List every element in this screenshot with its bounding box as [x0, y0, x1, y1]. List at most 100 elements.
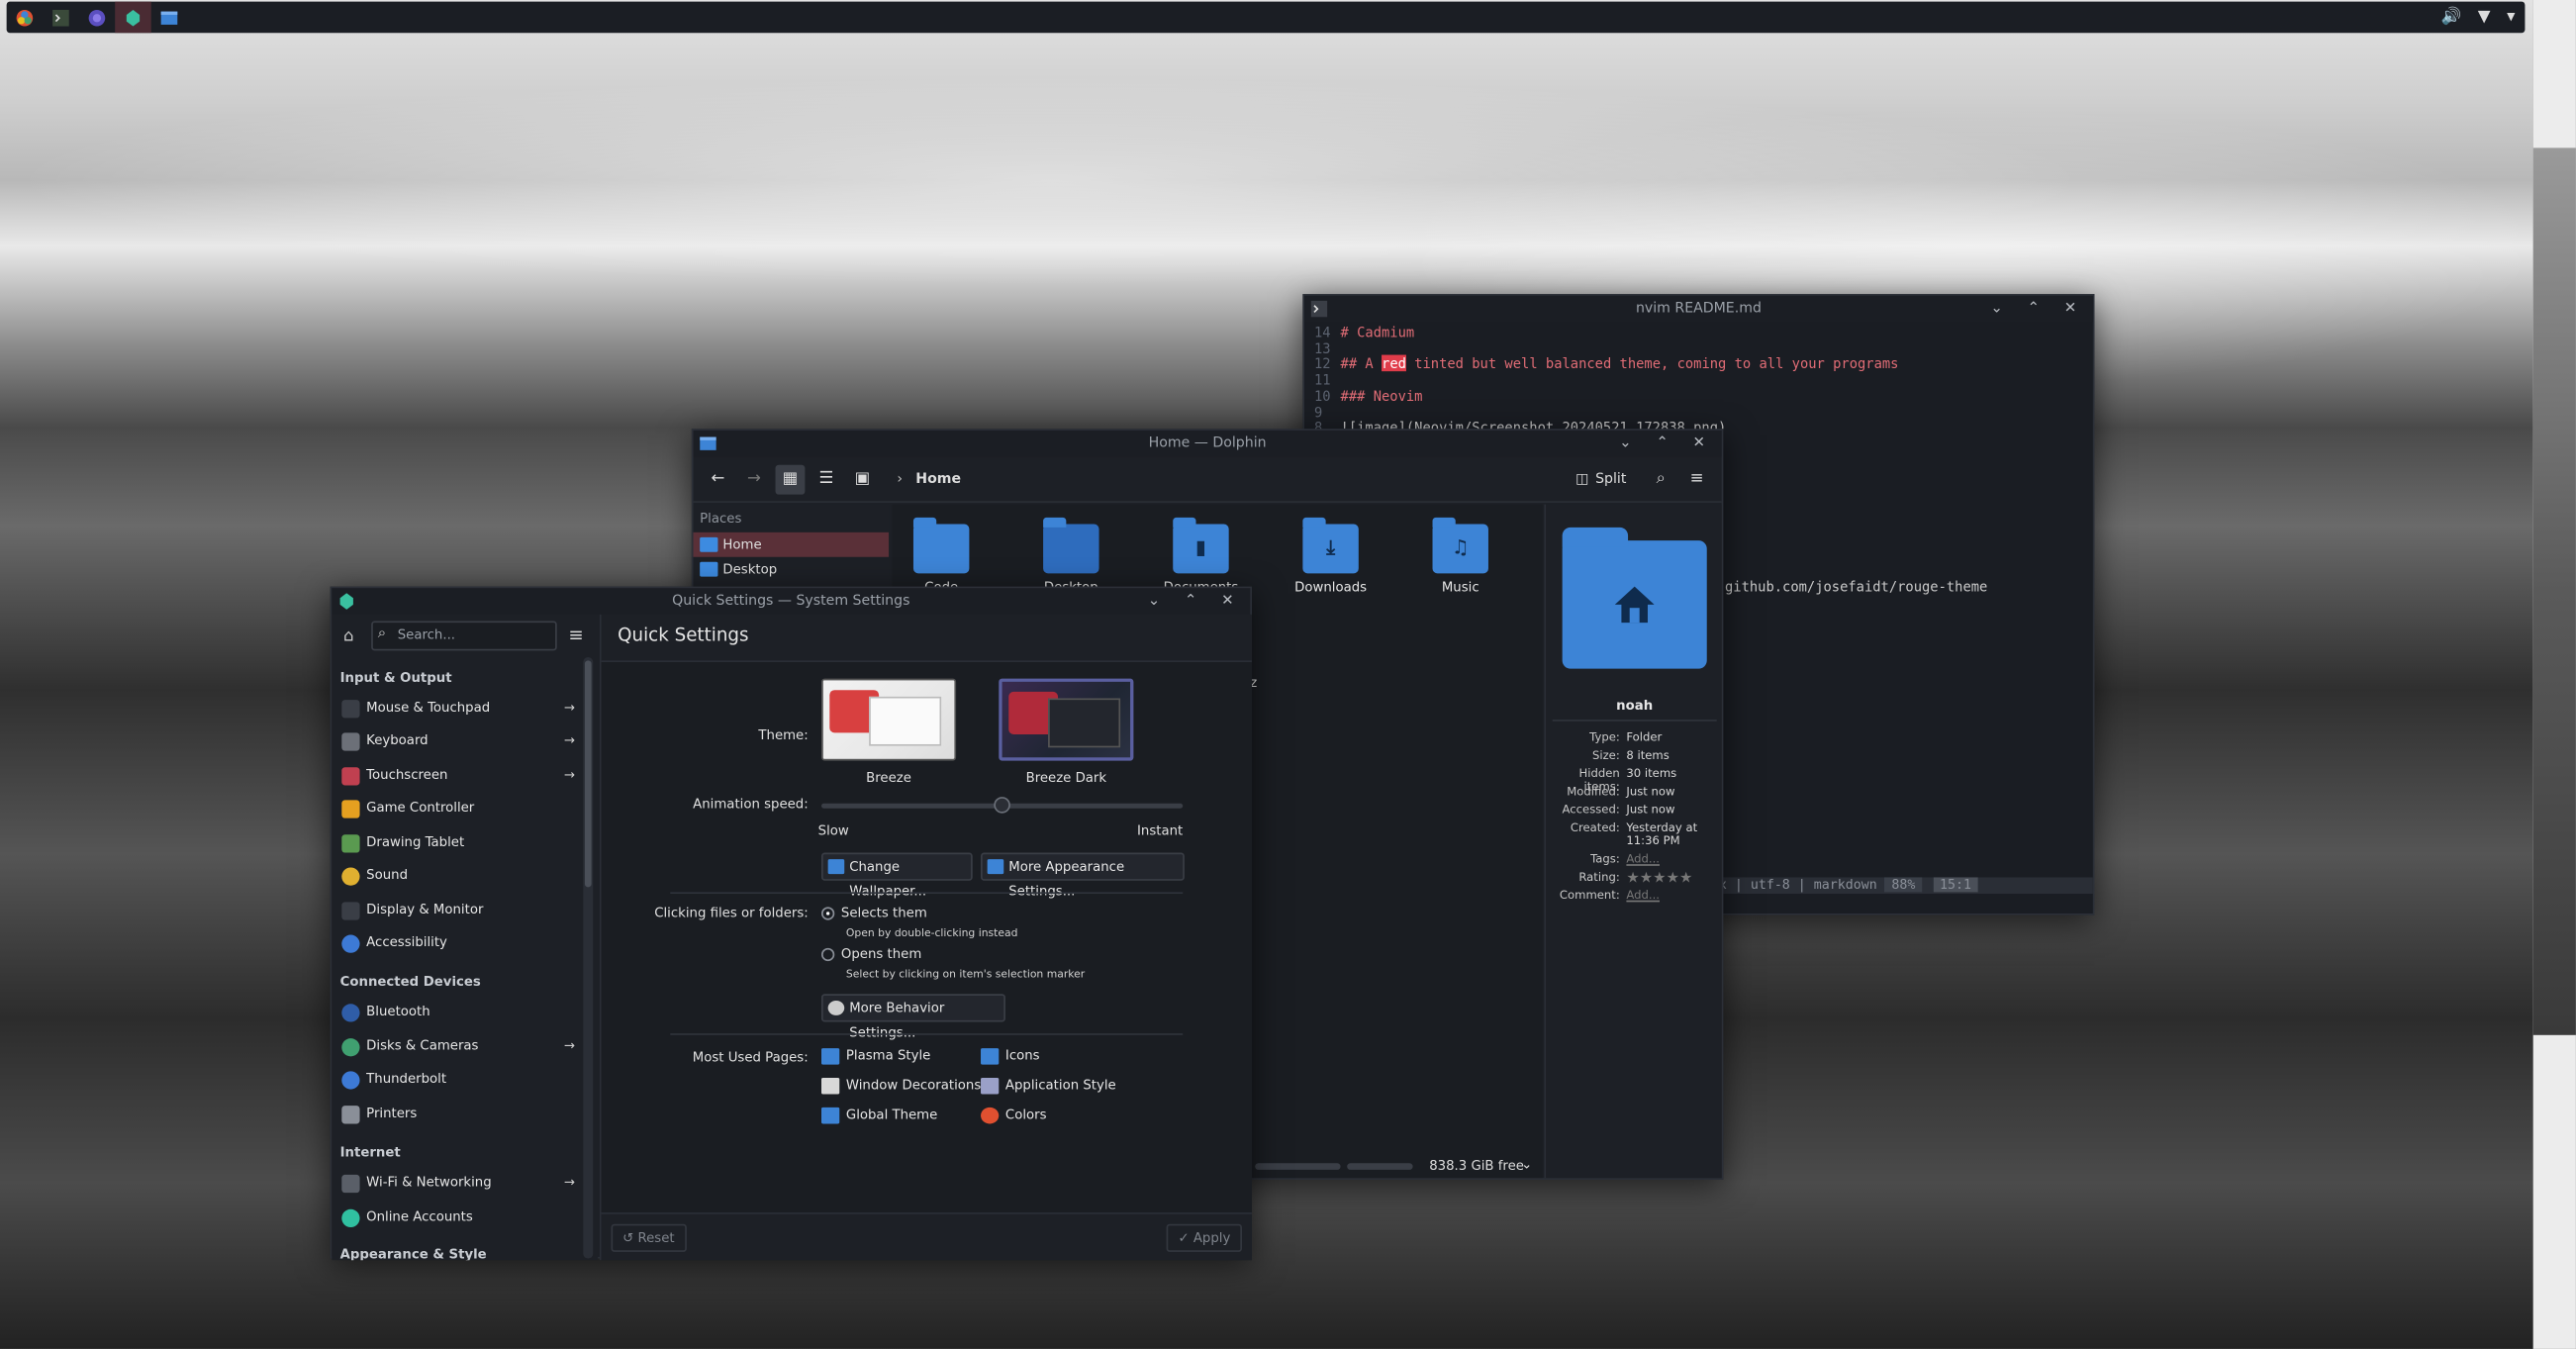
arrow-right-icon: → [563, 732, 575, 748]
behavior-icon [827, 1000, 845, 1015]
most-used-colors[interactable]: Colors [981, 1106, 1047, 1125]
most-used-application-style[interactable]: Application Style [981, 1076, 1116, 1096]
file-item-code[interactable]: Code [892, 517, 991, 595]
sidebar-item-game-controller[interactable]: Game Controller [340, 794, 579, 823]
settings-sidebar: ⌂ Search... ⌕ ≡ Input & Output Mouse & T… [332, 614, 599, 1261]
chevron-down-icon[interactable]: ⌄ [1521, 1157, 1532, 1172]
file-item-desktop[interactable]: Desktop [1022, 517, 1121, 595]
most-used-icons[interactable]: Icons [981, 1046, 1040, 1066]
sidebar-item-accessibility[interactable]: Accessibility [340, 928, 579, 958]
split-button[interactable]: Split [1595, 471, 1626, 488]
most-used-label: Most Used Pages: [692, 1049, 809, 1065]
change-wallpaper-button[interactable]: Change Wallpaper... [821, 852, 973, 899]
terminal-task-icon[interactable] [43, 2, 79, 34]
section-input-output: Input & Output [339, 670, 452, 686]
most-used-window-decorations[interactable]: Window Decorations [821, 1076, 981, 1096]
search-icon[interactable]: ⌕ [1646, 464, 1675, 494]
search-input[interactable]: Search... [371, 621, 557, 651]
information-panel: noah Type: Folder Size: 8 items Hidden ite… [1544, 504, 1722, 1179]
sidebar-scrollbar[interactable] [583, 657, 594, 1259]
sidebar-item-touchscreen[interactable]: Touchscreen → [340, 761, 579, 791]
add-comment-link[interactable]: Add... [1626, 889, 1720, 902]
sidebar-item-online-accounts[interactable]: Online Accounts [340, 1203, 579, 1232]
home-icon[interactable]: ⌂ [343, 627, 354, 645]
sidebar-item-mouse-touchpad[interactable]: Mouse & Touchpad → [340, 694, 579, 723]
window-controls[interactable]: ⌄ ⌃ ✕ [1990, 296, 2086, 323]
tree-view-icon[interactable]: ▣ [848, 464, 878, 494]
theme-breeze-label: Breeze [866, 770, 911, 786]
hamburger-menu-icon[interactable]: ≡ [1682, 464, 1712, 494]
theme-breeze-thumb[interactable] [821, 678, 957, 761]
forward-icon[interactable]: → [739, 464, 769, 494]
apply-button[interactable]: ✓ Apply [1166, 1223, 1242, 1252]
file-item-documents[interactable]: ▮Documents [1152, 517, 1251, 595]
sidebar-item-sound[interactable]: Sound [340, 861, 579, 891]
animation-speed-slider[interactable] [821, 797, 1184, 814]
sidebar-item-thunderbolt[interactable]: Thunderbolt [340, 1065, 579, 1095]
breadcrumb[interactable]: Home [915, 471, 961, 488]
reset-button[interactable]: ↺ Reset [611, 1223, 687, 1252]
disks-icon [341, 1038, 360, 1057]
more-appearance-button[interactable]: More Appearance Settings... [981, 852, 1185, 899]
opens-them-label[interactable]: Opens them [841, 946, 921, 961]
firefox-task-icon[interactable] [79, 2, 116, 34]
sidebar-item-bluetooth[interactable]: Bluetooth [340, 998, 579, 1027]
monitor-icon [341, 902, 360, 920]
free-space-label: 838.3 GiB free [1429, 1158, 1524, 1174]
nvim-titlebar[interactable]: nvim README.md ⌄ ⌃ ✕ [1304, 295, 2093, 323]
more-behavior-button[interactable]: More Behavior Settings... [821, 994, 1005, 1040]
status-position: 15:1 [1933, 877, 1978, 893]
places-item-desktop[interactable]: Desktop [694, 557, 890, 582]
window-controls[interactable]: ⌄ ⌃ ✕ [1148, 588, 1244, 615]
sidebar-item-drawing-tablet[interactable]: Drawing Tablet [340, 828, 579, 858]
radio-selects-them[interactable] [821, 907, 835, 920]
zoom-slider[interactable] [1255, 1163, 1341, 1170]
nvim-buffer[interactable]: 14 # Cadmium 13 12 ## A red tinted but wel… [1304, 322, 2093, 436]
animation-speed-label: Animation speed: [693, 797, 809, 813]
network-icon [341, 1174, 360, 1194]
sidebar-item-printers[interactable]: Printers [340, 1100, 579, 1129]
sidebar-item-wifi[interactable]: Wi-Fi & Networking → [340, 1168, 579, 1198]
system-settings-task-icon[interactable] [115, 1, 151, 34]
app-launcher-icon[interactable] [7, 2, 44, 34]
check-icon: ✓ [1178, 1230, 1193, 1246]
details-view-icon[interactable]: ☰ [811, 464, 841, 494]
instant-label: Instant [1136, 822, 1184, 838]
sidebar-item-display[interactable]: Display & Monitor [340, 896, 579, 925]
terminal-icon [1310, 300, 1328, 318]
slider-handle[interactable] [994, 797, 1010, 814]
network-icon[interactable]: ▼ [2478, 8, 2491, 26]
tray-expand-icon[interactable]: ▾ [2507, 8, 2515, 26]
theme-label: Theme: [758, 727, 809, 743]
thumb-window-shape [869, 696, 942, 746]
most-used-plasma-style[interactable]: Plasma Style [821, 1046, 930, 1066]
dolphin-task-icon[interactable] [151, 2, 188, 34]
theme-breeze-dark-thumb[interactable] [999, 678, 1134, 761]
documents-folder-icon: ▮ [1173, 517, 1229, 574]
system-settings-window: Quick Settings — System Settings ⌄ ⌃ ✕ ⌂… [330, 586, 1252, 1261]
sidebar-item-keyboard[interactable]: Keyboard → [340, 726, 579, 756]
printer-icon [341, 1106, 360, 1124]
thunderbolt-icon [341, 1071, 360, 1090]
settings-titlebar[interactable]: Quick Settings — System Settings ⌄ ⌃ ✕ [332, 588, 1251, 615]
add-tags-link[interactable]: Add... [1626, 853, 1720, 866]
radio-opens-them[interactable] [821, 947, 835, 962]
rating-stars[interactable]: ★★★★★ [1626, 871, 1720, 888]
window-controls[interactable]: ⌄ ⌃ ✕ [1619, 431, 1715, 457]
keyboard-icon [341, 732, 360, 751]
volume-icon[interactable]: 🔊 [2440, 8, 2461, 26]
back-icon[interactable]: ← [703, 464, 732, 494]
code-line: 14 # Cadmium [1314, 324, 1415, 340]
hamburger-menu-icon[interactable]: ≡ [568, 625, 583, 646]
music-folder-icon: ♫ [1432, 517, 1488, 574]
selects-them-label[interactable]: Selects them [841, 906, 927, 920]
file-item-music[interactable]: ♫ Music [1411, 517, 1510, 595]
thumb-window-shape [1048, 698, 1121, 748]
icon-view-icon[interactable]: ▦ [775, 463, 806, 494]
places-item-home[interactable]: Home [693, 531, 890, 557]
most-used-global-theme[interactable]: Global Theme [821, 1106, 937, 1125]
desktop-edge-shadow [2532, 147, 2576, 1035]
dolphin-titlebar[interactable]: Home — Dolphin ⌄ ⌃ ✕ [693, 430, 1722, 457]
sidebar-item-disks-cameras[interactable]: Disks & Cameras → [340, 1031, 579, 1061]
file-item-downloads[interactable]: ⤓ Downloads [1282, 517, 1381, 595]
